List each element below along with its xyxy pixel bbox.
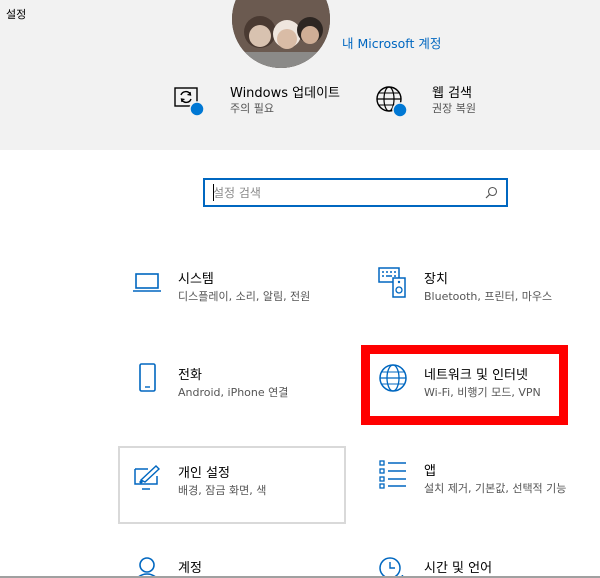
tile-apps-subtitle: 설치 제거, 기본값, 선택적 기능 bbox=[424, 482, 567, 495]
tile-accounts-title: 계정 bbox=[178, 561, 202, 576]
tile-time-language[interactable]: A 시간 및 언어 bbox=[366, 545, 594, 576]
windows-update-title: Windows 업데이트 bbox=[230, 86, 341, 101]
search-icon[interactable] bbox=[485, 186, 498, 199]
devices-icon bbox=[378, 265, 408, 298]
time-language-icon: A bbox=[378, 554, 408, 576]
settings-search-box[interactable] bbox=[203, 178, 508, 207]
tile-devices-subtitle: Bluetooth, 프린터, 마우스 bbox=[424, 290, 553, 303]
highlight-annotation bbox=[361, 345, 568, 425]
tile-phone-subtitle: Android, iPhone 연결 bbox=[178, 386, 289, 399]
tile-apps[interactable]: 앱 설치 제거, 기본값, 선택적 기능 bbox=[366, 446, 594, 526]
windows-update-subtitle: 주의 필요 bbox=[230, 102, 274, 115]
attention-badge bbox=[189, 101, 205, 117]
microsoft-account-link[interactable]: 내 Microsoft 계정 bbox=[342, 33, 441, 52]
tile-system-title: 시스템 bbox=[178, 272, 214, 287]
tile-apps-title: 앱 bbox=[424, 464, 436, 479]
windows-update-shortcut[interactable]: Windows 업데이트 주의 필요 bbox=[172, 80, 352, 120]
tile-personalization[interactable]: 개인 설정 배경, 잠금 화면, 색 bbox=[118, 446, 346, 524]
web-search-shortcut[interactable]: 웹 검색 권장 복원 bbox=[374, 80, 514, 120]
laptop-icon bbox=[132, 268, 162, 298]
tile-personalization-subtitle: 배경, 잠금 화면, 색 bbox=[178, 484, 267, 497]
tile-devices[interactable]: 장치 Bluetooth, 프린터, 마우스 bbox=[366, 255, 594, 335]
web-search-subtitle: 권장 복원 bbox=[432, 102, 476, 115]
tile-accounts[interactable]: 계정 bbox=[120, 545, 348, 576]
phone-icon bbox=[132, 361, 162, 392]
personalization-icon bbox=[132, 462, 162, 492]
tile-phone-title: 전화 bbox=[178, 368, 202, 383]
search-input[interactable] bbox=[213, 183, 483, 202]
web-search-title: 웹 검색 bbox=[432, 86, 473, 101]
tile-phone[interactable]: 전화 Android, iPhone 연결 bbox=[120, 350, 348, 430]
globe-icon bbox=[374, 82, 408, 118]
tile-system[interactable]: 시스템 디스플레이, 소리, 알림, 전원 bbox=[120, 255, 348, 335]
person-icon bbox=[132, 555, 162, 576]
text-caret bbox=[213, 184, 214, 201]
apps-list-icon bbox=[378, 458, 408, 489]
app-title: 설정 bbox=[6, 8, 27, 21]
tile-system-subtitle: 디스플레이, 소리, 알림, 전원 bbox=[178, 290, 311, 303]
tile-time-language-title: 시간 및 언어 bbox=[424, 561, 493, 576]
update-icon bbox=[172, 82, 205, 117]
tile-personalization-title: 개인 설정 bbox=[178, 466, 230, 481]
tile-devices-title: 장치 bbox=[424, 272, 448, 287]
